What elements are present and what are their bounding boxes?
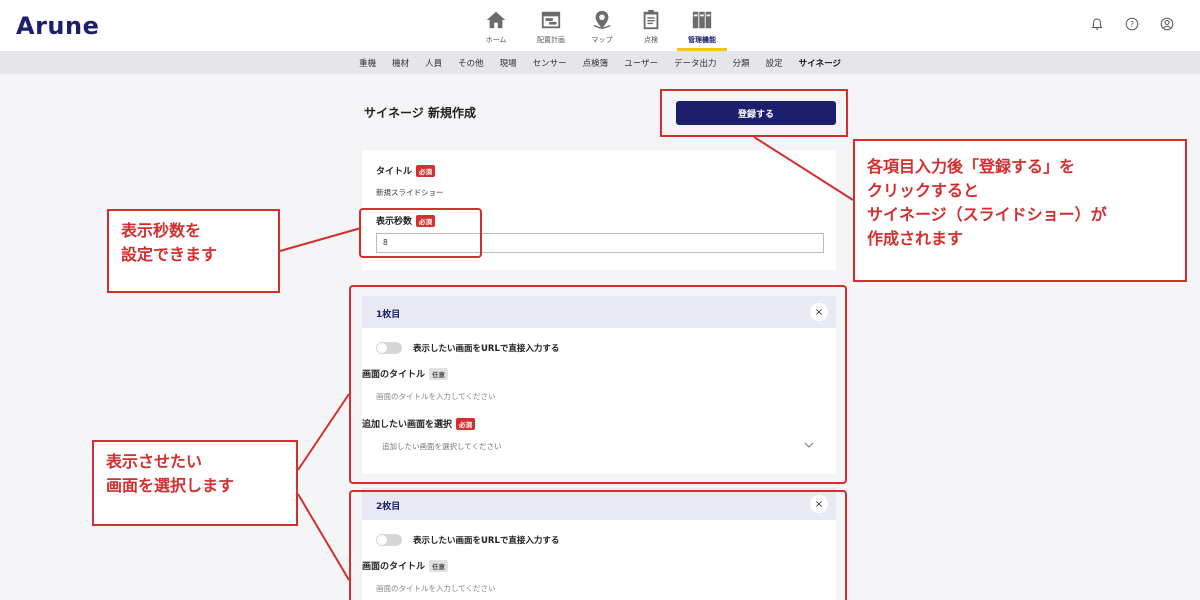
callout-line: サイネージ（スライドショー）が xyxy=(867,205,1107,224)
callout-register: 各項目入力後「登録する」を クリックすると サイネージ（スライドショー）が 作成… xyxy=(853,139,1187,282)
callout-line: クリックすると xyxy=(867,181,980,200)
connector-slide-2 xyxy=(297,493,350,581)
callout-select-screen: 表示させたい 画面を選択します xyxy=(92,440,298,526)
register-highlight-box xyxy=(660,89,848,137)
callout-line: 作成されます xyxy=(867,229,964,248)
callout-line: 画面を選択します xyxy=(106,476,235,495)
slide-1-highlight-box xyxy=(349,285,847,484)
connector-register xyxy=(753,136,854,201)
connector-seconds xyxy=(279,227,362,252)
callout-line: 設定できます xyxy=(121,245,218,264)
seconds-highlight-box xyxy=(359,208,482,258)
callout-line: 各項目入力後「登録する」を xyxy=(867,157,1076,176)
callout-line: 表示させたい xyxy=(106,452,203,471)
callout-seconds: 表示秒数を 設定できます xyxy=(107,209,280,293)
slide-2-highlight-box xyxy=(349,490,847,600)
callout-line: 表示秒数を xyxy=(121,221,202,240)
connector-slide-1 xyxy=(297,393,350,471)
